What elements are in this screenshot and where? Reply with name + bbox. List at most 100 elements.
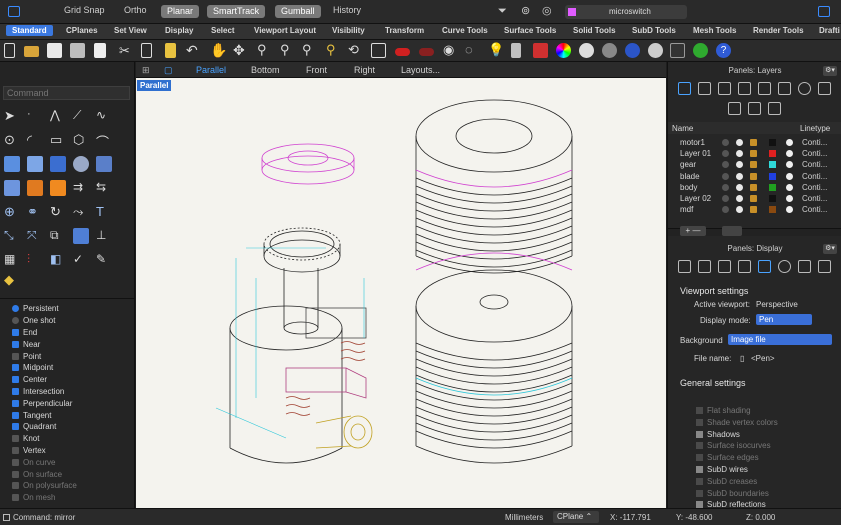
osnap-checkbox[interactable]: On curve — [12, 458, 55, 468]
hide-icon[interactable]: ◉ — [443, 42, 454, 58]
osnap-checkbox[interactable]: On mesh — [12, 493, 55, 503]
loft-icon[interactable] — [4, 180, 20, 196]
gumball-toggle[interactable]: Gumball — [275, 5, 321, 18]
edit-icon[interactable]: ✎ — [96, 252, 112, 268]
car-hide-icon[interactable] — [419, 48, 434, 56]
light-bulb-icon[interactable]: 💡 — [488, 42, 504, 58]
mesh-icon[interactable] — [96, 156, 112, 172]
grasshopper-icon[interactable] — [693, 43, 708, 58]
undo-icon[interactable]: ↶ — [186, 42, 198, 59]
tab-subd-tools[interactable]: SubD Tools — [632, 26, 676, 35]
layer-name[interactable]: blade — [680, 172, 700, 181]
copy-icon[interactable] — [141, 43, 152, 58]
layer-lock-icon[interactable] — [750, 206, 757, 214]
layer-linetype[interactable]: Conti... — [802, 183, 827, 192]
display-doc-icon[interactable] — [698, 260, 711, 273]
layer-linetype[interactable]: Conti... — [802, 205, 827, 214]
layer-name[interactable]: gear — [680, 160, 696, 169]
osnap-checkbox[interactable]: Perpendicular — [12, 399, 72, 409]
sphere-icon[interactable] — [73, 156, 89, 172]
planar-toggle[interactable]: Planar — [161, 5, 200, 18]
new-file-icon[interactable] — [4, 43, 15, 58]
layer-color-swatch[interactable] — [769, 172, 776, 180]
tab-select[interactable]: Select — [211, 26, 235, 35]
tab-curve-tools[interactable]: Curve Tools — [442, 26, 488, 35]
layer-material-icon[interactable] — [786, 139, 793, 146]
display-panel-icon[interactable] — [778, 82, 791, 95]
general-setting-checkbox[interactable]: Shadows — [696, 430, 740, 439]
render-icon[interactable] — [670, 43, 685, 58]
target-icon[interactable]: ◎ — [542, 4, 552, 17]
rotate-view-icon[interactable]: ✥ — [233, 42, 245, 59]
layer-current-icon[interactable] — [722, 195, 729, 202]
tab-front-view[interactable]: Front — [306, 65, 327, 75]
four-view-icon[interactable] — [371, 43, 386, 58]
layer-material-icon[interactable] — [786, 183, 793, 191]
persistent-radio[interactable]: Persistent — [12, 304, 59, 314]
viewport-canvas[interactable]: Parallel — [136, 78, 666, 508]
layer-visible-bulb-icon[interactable] — [736, 161, 743, 169]
color-wheel-icon[interactable] — [556, 43, 571, 58]
tab-standard[interactable]: Standard — [6, 25, 53, 36]
print-icon[interactable] — [70, 43, 85, 58]
layer-current-icon[interactable] — [722, 150, 729, 158]
layer-current-icon[interactable] — [722, 206, 729, 214]
general-setting-checkbox[interactable]: Flat shading — [696, 406, 751, 415]
layer-lock-icon[interactable] — [750, 150, 757, 158]
properties-panel-icon[interactable] — [698, 82, 711, 95]
zoom-extents-icon[interactable]: ⚲ — [302, 42, 312, 58]
file-name-value[interactable]: <Pen> — [751, 354, 775, 363]
save-icon[interactable] — [47, 43, 62, 58]
osnap-checkbox[interactable]: On surface — [12, 470, 62, 480]
ortho-toggle[interactable]: Ortho — [124, 5, 147, 15]
text-icon[interactable]: T — [96, 204, 112, 220]
layer-color-swatch[interactable] — [769, 206, 776, 214]
display-monitor-icon[interactable] — [758, 260, 771, 273]
tab-render-tools[interactable]: Render Tools — [753, 26, 804, 35]
add-layer-button[interactable]: + — — [680, 226, 706, 236]
tab-mesh-tools[interactable]: Mesh Tools — [693, 26, 736, 35]
extrude-surface-icon[interactable] — [27, 156, 43, 172]
osnap-checkbox[interactable]: On polysurface — [12, 481, 77, 491]
zoom-icon[interactable]: ⚲ — [257, 42, 267, 58]
layer-lock-icon[interactable] — [750, 161, 757, 169]
point-icon[interactable]: · — [27, 108, 43, 124]
rendered-view-icon[interactable] — [648, 43, 663, 58]
undo-view-icon[interactable]: ⟲ — [348, 42, 359, 58]
oneshot-radio[interactable]: One shot — [12, 316, 55, 326]
display-object-icon[interactable] — [718, 260, 731, 273]
tab-solid-tools[interactable]: Solid Tools — [573, 26, 616, 35]
materials-panel-icon[interactable] — [758, 82, 771, 95]
tab-parallel-view[interactable]: Parallel — [196, 65, 226, 75]
single-viewport-icon[interactable]: ▢ — [164, 65, 173, 76]
car-select-icon[interactable] — [395, 48, 410, 56]
command-history-icon[interactable] — [3, 514, 10, 521]
layer-material-icon[interactable] — [786, 195, 793, 202]
osnap-checkbox[interactable]: Quadrant — [12, 422, 56, 432]
arc-icon[interactable]: ◜ — [27, 132, 43, 148]
osnap-checkbox[interactable]: End — [12, 328, 37, 338]
select-arrow-icon[interactable]: ➤ — [4, 108, 20, 124]
paste-icon[interactable] — [165, 43, 176, 58]
curve-tools-icon[interactable]: ⤳ — [73, 204, 89, 220]
sidebar-toggle-icon[interactable] — [8, 6, 20, 17]
tab-layouts[interactable]: Layouts... — [401, 65, 440, 75]
layer-visible-bulb-icon[interactable] — [736, 195, 743, 202]
material-sphere-icon[interactable] — [602, 43, 617, 58]
document-field[interactable]: microswitch — [565, 5, 687, 19]
layer-material-icon[interactable] — [786, 206, 793, 214]
render-sphere-icon[interactable] — [579, 43, 594, 58]
rectangle-icon[interactable]: ▭ — [50, 132, 66, 148]
layer-name[interactable]: Layer 02 — [680, 194, 711, 203]
tab-right-view[interactable]: Right — [354, 65, 375, 75]
notes-panel-icon[interactable] — [818, 82, 831, 95]
layer-name[interactable]: mdf — [680, 205, 693, 214]
trim-icon[interactable] — [50, 180, 66, 196]
linetype-column-header[interactable]: Linetype — [800, 124, 830, 133]
split-icon[interactable]: ⇉ — [73, 180, 89, 196]
layer-current-icon[interactable] — [722, 161, 729, 169]
grid-toggle-icon[interactable]: ⊞ — [142, 65, 150, 76]
layer-name[interactable]: body — [680, 183, 697, 192]
help-panel-icon[interactable] — [798, 82, 811, 95]
panels-toggle-icon[interactable] — [818, 6, 830, 17]
